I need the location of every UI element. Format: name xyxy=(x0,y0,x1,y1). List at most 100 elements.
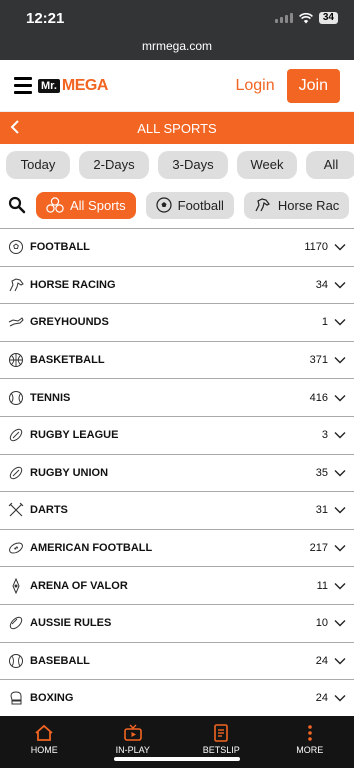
logo-mr: Mr. xyxy=(38,78,60,93)
menu-icon[interactable] xyxy=(14,77,32,94)
chevron-down-icon[interactable] xyxy=(334,318,346,326)
tab-3-days[interactable]: 3-Days xyxy=(158,151,228,179)
chevron-down-icon[interactable] xyxy=(334,544,346,552)
nav-home[interactable]: HOME xyxy=(0,716,89,768)
sport-name: ARENA OF VALOR xyxy=(30,579,128,592)
chevron-down-icon[interactable] xyxy=(334,431,346,439)
sport-name: BOXING xyxy=(30,692,74,705)
search-icon[interactable] xyxy=(8,196,26,214)
pill-football[interactable]: Football xyxy=(145,191,234,219)
chevron-down-icon[interactable] xyxy=(334,506,346,514)
tab-week[interactable]: Week xyxy=(237,151,297,179)
sport-row-football[interactable]: FOOTBALL 1170 xyxy=(0,229,354,267)
login-button[interactable]: Login xyxy=(235,77,274,95)
greyhound-icon xyxy=(8,317,24,327)
event-count: 11 xyxy=(316,579,328,592)
sport-row-basketball[interactable]: BASKETBALL 371 xyxy=(0,342,354,380)
chevron-down-icon[interactable] xyxy=(334,619,346,627)
sport-row-arena-of-valor[interactable]: ARENA OF VALOR 11 xyxy=(0,567,354,605)
pill-label: Football xyxy=(177,197,224,213)
nav-label: IN-PLAY xyxy=(115,745,150,755)
event-count: 371 xyxy=(309,354,328,367)
url-bar[interactable]: mrmega.com xyxy=(0,36,354,60)
sport-name: TENNIS xyxy=(30,391,71,404)
event-count: 34 xyxy=(315,278,328,291)
status-icons: 34 xyxy=(274,12,338,24)
sport-row-american-football[interactable]: AMERICAN FOOTBALL 217 xyxy=(0,530,354,568)
chevron-down-icon[interactable] xyxy=(334,657,346,665)
event-count: 24 xyxy=(315,654,328,667)
pill-label: All Sports xyxy=(70,197,126,213)
home-indicator xyxy=(114,757,240,761)
sport-row-tennis[interactable]: TENNIS 416 xyxy=(0,379,354,417)
sport-row-horse-racing[interactable]: HORSE RACING 34 xyxy=(0,267,354,305)
event-count: 1170 xyxy=(304,241,328,254)
date-filter-tabs: Today 2-Days 3-Days Week All xyxy=(0,144,354,186)
site-header: Mr. MEGA Login Join xyxy=(0,60,354,112)
sport-row-darts[interactable]: DARTS 31 xyxy=(0,492,354,530)
logo-mega: MEGA xyxy=(61,76,109,94)
tv-icon xyxy=(123,724,142,741)
pill-horse-racing[interactable]: Horse Rac xyxy=(243,191,350,219)
tab-all[interactable]: All xyxy=(306,151,354,179)
darts-icon xyxy=(8,503,24,517)
nav-more[interactable]: MORE xyxy=(266,716,354,768)
baseball-icon xyxy=(9,653,23,668)
battery-icon: 34 xyxy=(318,12,338,24)
title-bar: ALL SPORTS xyxy=(0,112,354,144)
chevron-down-icon[interactable] xyxy=(334,356,346,364)
chevron-down-icon[interactable] xyxy=(334,694,346,702)
wifi-icon xyxy=(298,12,313,23)
chevron-down-icon[interactable] xyxy=(334,582,346,590)
basketball-icon xyxy=(9,353,23,368)
sport-name: HORSE RACING xyxy=(30,278,116,291)
all-sports-icon xyxy=(46,197,64,213)
more-dots-icon xyxy=(307,725,312,741)
sport-list: FOOTBALL 1170 HORSE RACING 34 GREYHOUNDS 1 BAS… xyxy=(0,228,354,718)
url-text: mrmega.com xyxy=(141,39,212,53)
join-button[interactable]: Join xyxy=(286,68,340,103)
sport-name: AUSSIE RULES xyxy=(30,617,112,630)
sport-row-boxing[interactable]: BOXING 24 xyxy=(0,680,354,718)
pill-label: Horse Rac xyxy=(277,197,340,213)
event-count: 24 xyxy=(315,692,328,705)
chevron-down-icon[interactable] xyxy=(334,281,346,289)
tennis-icon xyxy=(9,390,23,405)
sport-row-greyhounds[interactable]: GREYHOUNDS 1 xyxy=(0,304,354,342)
tab-2-days[interactable]: 2-Days xyxy=(79,151,149,179)
sport-name: DARTS xyxy=(30,504,68,517)
chevron-down-icon[interactable] xyxy=(334,394,346,402)
status-bar: 12:21 34 xyxy=(0,0,354,36)
sport-name: GREYHOUNDS xyxy=(30,316,109,329)
sport-row-aussie-rules[interactable]: AUSSIE RULES 10 xyxy=(0,605,354,643)
football-icon xyxy=(156,197,172,213)
back-chevron-icon[interactable] xyxy=(10,120,20,134)
sport-row-baseball[interactable]: BASEBALL 24 xyxy=(0,643,354,681)
sport-name: AMERICAN FOOTBALL xyxy=(30,542,153,555)
signal-icon xyxy=(274,13,293,23)
sport-row-rugby-union[interactable]: RUGBY UNION 35 xyxy=(0,455,354,493)
sport-name: RUGBY LEAGUE xyxy=(30,429,119,442)
logo[interactable]: Mr. MEGA xyxy=(38,77,108,95)
rugby-ball-icon xyxy=(9,429,23,442)
american-football-icon xyxy=(9,542,23,554)
football-icon xyxy=(9,240,23,255)
clock: 12:21 xyxy=(26,9,65,27)
arena-of-valor-icon xyxy=(12,577,20,594)
sport-name: FOOTBALL xyxy=(30,241,90,254)
sport-row-rugby-league[interactable]: RUGBY LEAGUE 3 xyxy=(0,417,354,455)
sport-name: BASEBALL xyxy=(30,654,90,667)
sport-filter-pills: All Sports Football Horse Rac xyxy=(0,186,354,224)
betslip-icon xyxy=(214,724,229,742)
aussie-rules-icon xyxy=(9,617,23,630)
sport-name: RUGBY UNION xyxy=(30,466,109,479)
chevron-down-icon[interactable] xyxy=(334,469,346,477)
nav-label: HOME xyxy=(30,745,58,755)
event-count: 3 xyxy=(321,429,328,442)
event-count: 35 xyxy=(315,466,328,479)
chevron-down-icon[interactable] xyxy=(334,243,346,251)
nav-label: BETSLIP xyxy=(202,745,240,755)
tab-today[interactable]: Today xyxy=(6,151,70,179)
event-count: 31 xyxy=(315,504,328,517)
pill-all-sports[interactable]: All Sports xyxy=(36,191,136,219)
